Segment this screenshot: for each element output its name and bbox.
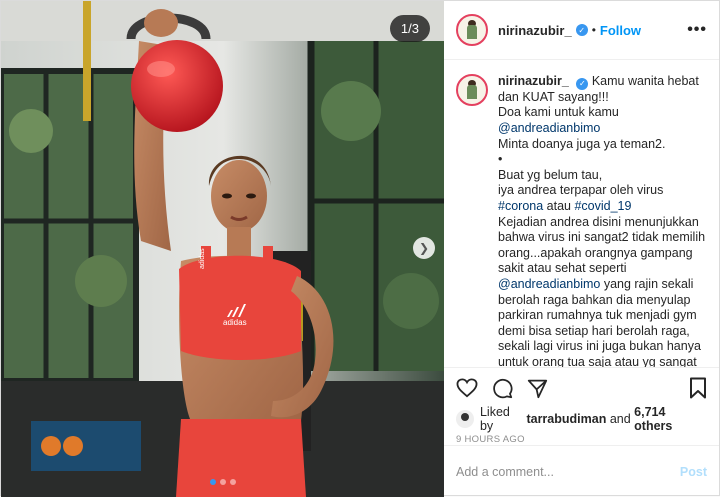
carousel-dot[interactable]	[229, 479, 236, 485]
caption-hashtag-line: #corona atau #covid_19	[498, 199, 707, 215]
likes-prefix: Liked by	[479, 405, 510, 433]
caption-line: Kejadian andrea disini menunjukkan	[498, 214, 699, 229]
caption-line: Kamu wanita hebat	[591, 74, 699, 88]
caption-line: bahwa virus ini sangat2 tidak memilih	[498, 230, 706, 245]
caption-line: parkiran rumahnya tuk menjadi gym	[498, 308, 697, 323]
verified-badge-icon: ✓	[576, 77, 589, 90]
caption-line: sekali lagi virus ini juga bukan hanya	[498, 339, 701, 354]
hashtag-covid[interactable]: #covid_19	[574, 199, 631, 213]
likes-others[interactable]: 6,714 others	[634, 405, 707, 433]
caption-username[interactable]: nirinazubir_	[498, 74, 569, 88]
heart-icon[interactable]	[456, 378, 478, 398]
caption-line: dan KUAT sayang!!!	[498, 89, 609, 104]
next-slide-button[interactable]: ❯	[413, 237, 435, 259]
likes-middle: and	[606, 412, 635, 426]
caption-line: berolah raga bahkan dia menyulap	[498, 292, 691, 307]
post-photo: adidas adidas	[1, 1, 444, 497]
caption-line: •	[498, 152, 503, 167]
instagram-post: adidas adidas 1/3 ❯ nirinazubir_ ✓ • Fol…	[0, 0, 720, 497]
carousel-dot[interactable]	[219, 479, 226, 485]
brand-text: adidas	[223, 318, 247, 327]
caption-text: nirinazubir_ ✓ Kamu wanita hebat dan KUA…	[498, 74, 707, 367]
caption-line: orang...apakah orangnya gampang	[498, 245, 693, 260]
caption-line: Doa kami untuk kamu	[498, 105, 619, 120]
hashtag-corona[interactable]: #corona	[498, 199, 543, 213]
liker-avatar[interactable]	[456, 410, 474, 428]
post-media[interactable]: adidas adidas 1/3 ❯	[1, 1, 444, 497]
follow-button[interactable]: Follow	[600, 23, 641, 38]
caption-mention[interactable]: @andreadianbimo	[498, 121, 707, 137]
caption-line: Minta doanya juga ya teman2.	[498, 136, 666, 151]
caption-line: iya andrea terpapar oleh virus	[498, 183, 664, 198]
caption-line: sakit atau sehat seperti	[498, 261, 627, 276]
separator: •	[591, 23, 596, 37]
comment-form: Post	[444, 445, 719, 497]
post-header: nirinazubir_ ✓ • Follow •••	[444, 1, 719, 60]
comment-input[interactable]	[456, 464, 680, 479]
carousel-dot[interactable]	[209, 479, 216, 485]
verified-badge-icon: ✓	[575, 24, 588, 36]
strap-text: adidas	[199, 248, 206, 269]
slide-counter: 1/3	[389, 15, 430, 42]
caption-section: nirinazubir_ ✓ Kamu wanita hebat dan KUA…	[444, 60, 719, 368]
caption-line: untuk orang tua saja atau yg sangat	[498, 354, 697, 368]
liker-username[interactable]: tarrabudiman	[526, 412, 606, 426]
comment-icon[interactable]	[492, 378, 513, 399]
carousel-dots	[209, 479, 236, 485]
chevron-right-icon: ❯	[418, 241, 430, 255]
caption-line: yang rajin sekali	[600, 276, 694, 291]
caption-line: Buat yg belum tau,	[498, 167, 603, 182]
post-comment-button[interactable]: Post	[680, 465, 707, 479]
caption-line: demi bisa setiap hari berolah raga,	[498, 323, 690, 338]
caption-mention-line: @andreadianbimo yang rajin sekali	[498, 277, 707, 293]
header-username[interactable]: nirinazubir_	[498, 23, 572, 38]
caption-avatar[interactable]	[456, 74, 488, 106]
more-options-icon[interactable]: •••	[687, 21, 707, 39]
share-icon[interactable]	[527, 378, 548, 399]
likes-summary: Liked by tarrabudiman and 6,714 others	[444, 405, 719, 433]
bookmark-icon[interactable]	[689, 377, 707, 399]
post-side-panel: nirinazubir_ ✓ • Follow ••• nirinazubir_…	[444, 1, 719, 497]
caption-mention-2[interactable]: @andreadianbimo	[498, 277, 600, 291]
caption-conjunction: atau	[543, 198, 575, 213]
avatar[interactable]	[456, 14, 488, 46]
action-bar	[444, 368, 719, 408]
